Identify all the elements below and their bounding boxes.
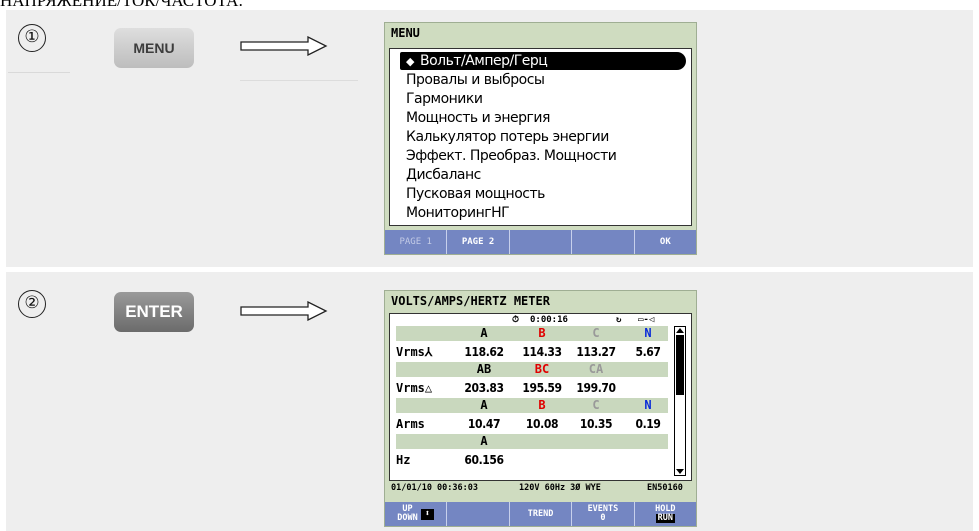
up-down-arrow-icon: ⬍ (420, 508, 435, 520)
f3-blank-button[interactable] (510, 230, 573, 254)
hz-value: 60.156 (464, 453, 504, 467)
datetime-status: 01/01/10 00:36:03 (391, 483, 478, 493)
f4-events-button[interactable]: EVENTS 0 (572, 502, 635, 526)
phase-c-header: C (592, 326, 600, 340)
arms-b-value: 10.08 (525, 417, 559, 431)
f1-page1-button[interactable]: PAGE 1 (385, 230, 448, 254)
arms-label: Arms (396, 417, 425, 431)
menu-item-unbalance[interactable]: Дисбаланс (406, 166, 481, 184)
enter-key-button[interactable]: ENTER (114, 292, 194, 332)
menu-key-button[interactable]: MENU (114, 28, 194, 68)
phase-b-header: B (538, 398, 546, 412)
f3-trend-button[interactable]: TREND (510, 502, 573, 526)
vrms-wye-label: Vrms⅄ (396, 345, 433, 359)
f2-page2-button[interactable]: PAGE 2 (447, 230, 510, 254)
menu-item-dips-swells[interactable]: Провалы и выбросы (406, 71, 545, 89)
vrms-n-value: 5.67 (635, 345, 661, 359)
arms-c-value: 10.35 (579, 417, 613, 431)
clock-icon: ⏱ (512, 315, 520, 325)
screen-title: VOLTS/AMPS/HERTZ METER (391, 294, 550, 308)
menu-item-power-energy[interactable]: Мощность и энергия (406, 109, 550, 127)
hz-phase-header: A (480, 434, 488, 448)
menu-list: ◆ Вольт/Ампер/Герц Провалы и выбросы Гарм… (389, 48, 692, 226)
vrms-ab-value: 203.83 (464, 381, 504, 395)
vrms-c-value: 113.27 (576, 345, 616, 359)
menu-item-inrush[interactable]: Пусковая мощность (406, 185, 545, 203)
standard-status: EN50160 (647, 483, 683, 493)
page-heading-text: НАПРЯЖЕНИЕ/ТОК/ЧАСТОТА: (0, 0, 244, 10)
menu-item-energy-loss-calculator[interactable]: Калькулятор потерь энергии (406, 128, 609, 146)
phase-n-header: N (644, 326, 652, 340)
up-down-arrow-icon: ◆ (406, 55, 414, 68)
scroll-thumb[interactable] (676, 335, 684, 395)
step-row-2: ② ENTER VOLTS/AMPS/HERTZ METER ⏱ 0:00:16… (6, 272, 973, 531)
vrms-a-value: 118.62 (464, 345, 504, 359)
menu-item-power-inverter-efficiency[interactable]: Эффект. Преобраз. Мощности (406, 147, 617, 165)
f5-hold-run-button[interactable]: HOLD RUN (635, 502, 696, 526)
vrms-bc-value: 195.59 (522, 381, 562, 395)
arms-a-value: 10.47 (467, 417, 501, 431)
divider (8, 72, 70, 73)
f5-ok-button[interactable]: OK (635, 230, 696, 254)
meter-screen: VOLTS/AMPS/HERTZ METER ⏱ 0:00:16 ↻ ▭-◁ A… (384, 290, 697, 527)
f1-up-down-button[interactable]: UP DOWN ⬍ (385, 502, 448, 526)
step-row-1: ① MENU MENU ◆ Вольт/Ампер/Герц Провалы и … (6, 10, 973, 267)
phase-a-header: A (480, 398, 488, 412)
phase-b-header: B (538, 326, 546, 340)
phase-a-header: A (480, 326, 488, 340)
elapsed-timer: 0:00:16 (530, 315, 568, 325)
menu-item-pq-monitor[interactable]: МониторингНГ (406, 204, 510, 222)
meter-readings: ⏱ 0:00:16 ↻ ▭-◁ A B C N Vrms⅄ 118.62 114… (389, 313, 692, 481)
vrms-b-value: 114.33 (522, 345, 562, 359)
phase-n-header: N (644, 398, 652, 412)
right-arrow-icon (240, 36, 328, 56)
screen-title: MENU (391, 26, 420, 40)
hz-label: Hz (396, 453, 411, 467)
phase-rotation-icon: ↻ (616, 315, 622, 325)
phase-c-header: C (592, 398, 600, 412)
header-band (396, 434, 668, 449)
battery-plug-icon: ▭-◁ (638, 315, 655, 325)
divider (240, 80, 358, 81)
f4-blank-button[interactable] (572, 230, 635, 254)
page-heading: НАПРЯЖЕНИЕ/ТОК/ЧАСТОТА: (0, 0, 979, 10)
phase-ab-header: AB (476, 362, 492, 376)
step-number-2: ② (18, 290, 46, 318)
menu-item-volts-amps-hertz[interactable]: ◆ Вольт/Ампер/Герц (400, 52, 686, 70)
vrms-delta-label: Vrms△ (396, 381, 433, 395)
config-status: 120V 60Hz 3Ø WYE (519, 483, 601, 493)
scroll-down-icon (676, 469, 684, 474)
scroll-up-icon (676, 328, 684, 333)
f2-blank-button[interactable] (447, 502, 510, 526)
phase-ca-header: CA (588, 362, 604, 376)
menu-item-harmonics[interactable]: Гармоники (406, 90, 483, 108)
phase-bc-header: BC (534, 362, 550, 376)
right-arrow-icon (240, 301, 328, 321)
step-number-1: ① (18, 24, 46, 52)
scrollbar[interactable] (674, 326, 686, 476)
function-key-bar: PAGE 1 PAGE 2 OK (385, 230, 696, 254)
function-key-bar: UP DOWN ⬍ TREND EVENTS 0 HOLD RUN (385, 502, 696, 526)
arms-n-value: 0.19 (635, 417, 661, 431)
menu-screen: MENU ◆ Вольт/Ампер/Герц Провалы и выбросы… (384, 22, 697, 255)
vrms-ca-value: 199.70 (576, 381, 616, 395)
